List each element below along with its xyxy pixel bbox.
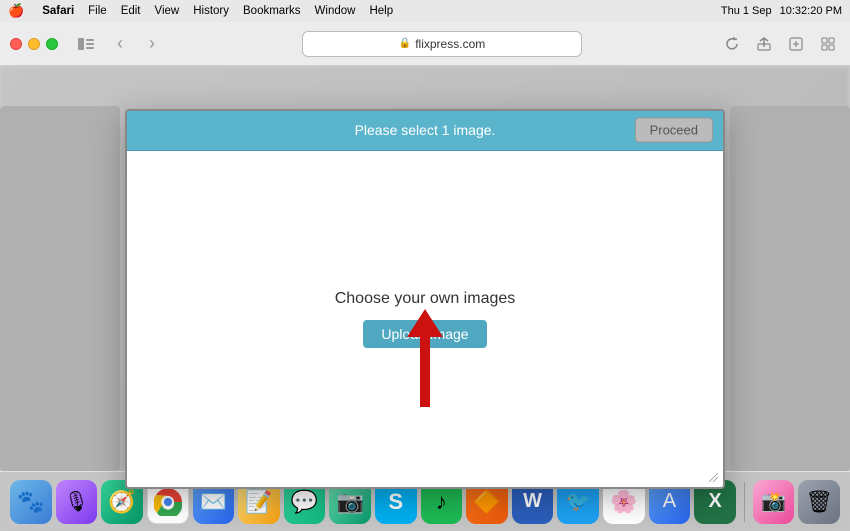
close-button[interactable]	[10, 38, 22, 50]
back-button[interactable]: ‹	[108, 32, 132, 56]
menu-history[interactable]: History	[193, 5, 229, 17]
apple-menu[interactable]: 🍎	[8, 3, 24, 19]
fullscreen-button[interactable]	[46, 38, 58, 50]
share-button[interactable]	[752, 32, 776, 56]
address-bar[interactable]: 🔒 flixpress.com	[302, 31, 582, 57]
menu-edit[interactable]: Edit	[121, 5, 141, 17]
menu-bookmarks[interactable]: Bookmarks	[243, 5, 301, 17]
menu-file[interactable]: File	[88, 5, 107, 17]
menu-bar: 🍎 Safari File Edit View History Bookmark…	[0, 0, 850, 22]
proceed-button[interactable]: Proceed	[635, 118, 713, 143]
toolbar-right	[720, 32, 840, 56]
arrow-head	[407, 309, 443, 337]
url-text: flixpress.com	[415, 37, 485, 51]
modal-title: Please select 1 image.	[355, 122, 496, 138]
modal-overlay: Please select 1 image. Proceed Choose yo…	[0, 66, 850, 531]
new-tab-button[interactable]	[784, 32, 808, 56]
modal-body: Choose your own images Upload Image	[127, 151, 723, 487]
menu-help[interactable]: Help	[369, 5, 393, 17]
red-arrow	[407, 309, 443, 407]
browser-toolbar: ‹ › 🔒 flixpress.com	[0, 22, 850, 66]
menu-safari[interactable]: Safari	[42, 5, 74, 17]
minimize-button[interactable]	[28, 38, 40, 50]
menu-time: 10:32:20 PM	[780, 5, 842, 17]
traffic-lights	[10, 38, 58, 50]
menu-view[interactable]: View	[155, 5, 180, 17]
refresh-button[interactable]	[720, 32, 744, 56]
sidebar-toggle-button[interactable]	[72, 34, 100, 54]
arrow-shaft	[420, 337, 430, 407]
choose-images-text: Choose your own images	[335, 290, 516, 308]
address-bar-container: 🔒 flixpress.com	[172, 31, 712, 57]
browser-window: ‹ › 🔒 flixpress.com	[0, 22, 850, 531]
menu-date: Thu 1 Sep	[721, 5, 772, 17]
menu-window[interactable]: Window	[315, 5, 356, 17]
grid-button[interactable]	[816, 32, 840, 56]
modal-header: Please select 1 image. Proceed	[127, 111, 723, 151]
resize-handle[interactable]	[707, 471, 721, 485]
modal-dialog: Please select 1 image. Proceed Choose yo…	[125, 109, 725, 489]
browser-content: Please select 1 image. Proceed Choose yo…	[0, 66, 850, 531]
forward-button[interactable]: ›	[140, 32, 164, 56]
lock-icon: 🔒	[399, 38, 411, 49]
menu-bar-right: Thu 1 Sep 10:32:20 PM	[721, 5, 842, 17]
